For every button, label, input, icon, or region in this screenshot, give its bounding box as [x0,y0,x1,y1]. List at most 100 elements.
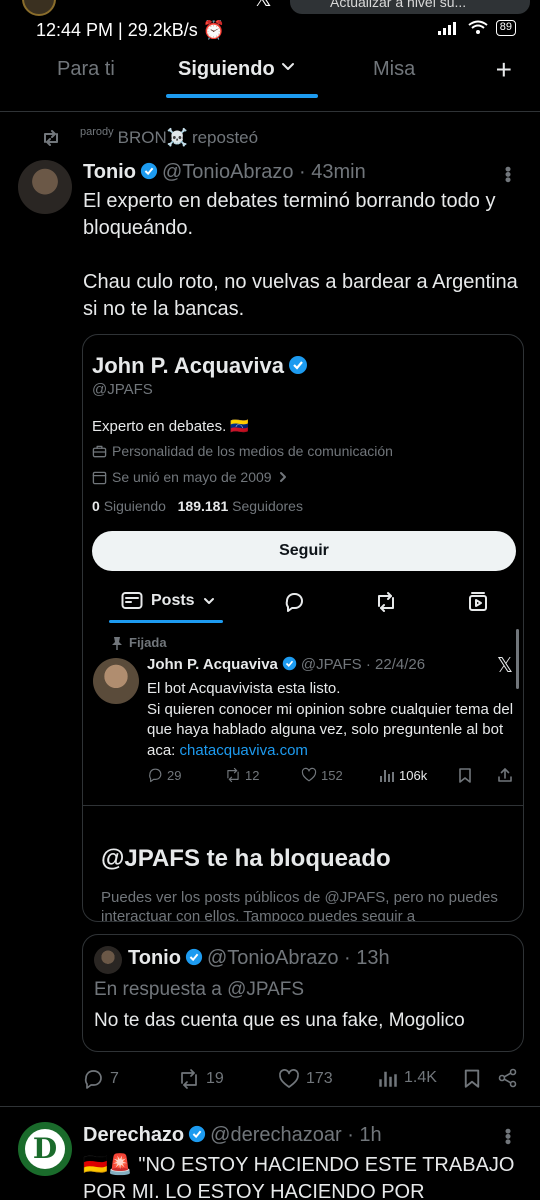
post-header: Tonio @TonioAbrazo · 43min [83,161,366,184]
avatar-letter: D [25,1129,65,1169]
quoted-author-name: Tonio [128,947,181,969]
pinned-views-count: 106k [399,767,428,783]
quoted-time: 13h [356,947,390,969]
views-icon [379,1071,397,1087]
repost-user[interactable]: BRON☠️ [118,128,188,148]
pinned-post-text: El bot Acquavivista esta listo. Si quier… [147,679,517,761]
scrollbar [516,629,519,689]
repost-icon [181,1069,197,1089]
notification-avatar [22,0,56,16]
pinned-views: 106k [379,767,427,783]
tab-posts-label: Posts [151,592,195,609]
blocked-title: @JPAFS te ha bloqueado [101,845,391,872]
post-text: El experto en debates terminó borrando t… [83,190,518,320]
reply-button[interactable]: 7 [82,1068,119,1090]
share-button[interactable] [498,1068,518,1088]
more-options-icon[interactable]: ••• [497,166,518,182]
embedded-profile-card[interactable]: John P. Acquaviva @JPAFS Experto en deba… [82,334,524,922]
pinned-author-handle: @JPAFS [300,656,362,673]
reply-icon [84,1070,102,1089]
reply-count: 7 [110,1070,119,1087]
like-button[interactable]: 173 [278,1068,333,1090]
avatar[interactable] [18,160,72,214]
replies-icon [285,593,303,612]
avatar[interactable]: D [18,1122,72,1176]
views-icon [380,770,394,782]
notification-pill[interactable]: Actualizar a nivel su... [290,0,530,14]
post-text: 🇩🇪🚨 "NO ESTOY HACIENDO ESTE TRABAJO POR … [83,1154,515,1200]
share-icon [498,1068,517,1088]
quoted-header: Tonio @TonioAbrazo · 13h [128,947,390,970]
separator-dot: · [361,656,376,673]
separator-dot: · [293,161,312,183]
quoted-author-handle: @TonioAbrazo [206,947,339,969]
divider [83,805,523,806]
author-handle[interactable]: @derechazoar [210,1124,341,1146]
tab-for-you[interactable]: Para ti [57,58,115,81]
parody-badge: parody [80,126,114,138]
reply-to-label: En respuesta a @JPAFS [94,979,305,1000]
avatar [94,946,122,974]
views-button[interactable]: 1.4K [378,1068,437,1088]
pinned-likes: 152 [301,767,343,783]
pinned-likes-count: 152 [321,767,343,783]
tab-following[interactable]: Siguiendo [178,58,296,81]
clock-text: 12:44 PM | 29.2kB/s [36,20,198,40]
posts-tab-indicator [109,620,223,623]
status-time: 12:44 PM | 29.2kB/s ⏰ [36,20,225,41]
pinned-post-line: El bot Acquavivista esta listo. [147,680,341,697]
author-name[interactable]: Tonio [83,161,136,183]
share-icon [497,767,513,783]
pinned-reposts: 12 [225,767,259,783]
pinned-replies: 29 [147,767,181,783]
follow-button: Seguir [92,531,516,571]
profile-bio: Experto en debates. 🇻🇪 [92,418,250,435]
post-header: Derechazo @derechazoar · 1h [83,1124,382,1147]
verified-badge-icon [185,948,203,966]
verified-badge-icon [288,356,307,374]
tab-posts: Posts [121,591,215,611]
quoted-reply-card[interactable]: Tonio @TonioAbrazo · 13h En respuesta a @… [82,934,524,1052]
repost-indicator: parody BRON☠️ reposteó [42,126,258,148]
pinned-label: Fijada [112,635,167,650]
profile-handle: @JPAFS [92,381,153,398]
profile-joined: Se unió en mayo de 2009 [92,469,289,485]
signal-icon [437,22,456,35]
alarm-icon: ⏰ [202,20,226,40]
following-label: Siguiendo [103,498,166,514]
post-time: 43min [311,161,366,183]
tab-active-indicator [166,94,318,98]
bookmark-icon [464,1069,480,1088]
tab-list[interactable]: Misa [373,58,415,81]
bookmark-icon [457,767,473,783]
followers-count: 189.181 [177,498,229,514]
add-tab-icon[interactable]: + [496,54,512,86]
briefcase-icon [92,445,107,457]
profile-category: Personalidad de los medios de comunicaci… [92,443,393,459]
verified-badge-icon [189,1125,206,1143]
wifi-icon [468,20,488,34]
pinned-post-date: 22/4/26 [375,656,426,673]
views-count: 1.4K [404,1069,437,1086]
verified-badge-icon [282,656,297,671]
author-handle[interactable]: @TonioAbrazo [162,161,293,183]
separator-dot: · [338,947,357,969]
repost-icon [44,130,58,146]
like-count: 173 [306,1070,333,1087]
post-time: 1h [359,1124,382,1146]
profile-joined-text: Se unió en mayo de 2009 [112,469,272,485]
repost-icon [227,767,239,783]
status-bar: 𝕏 Actualizar a nivel su... 12:44 PM | 29… [0,0,540,50]
separator-dot: · [341,1124,360,1146]
pinned-label-text: Fijada [129,635,167,650]
repost-button[interactable]: 19 [178,1068,224,1090]
bookmark-button[interactable] [462,1068,482,1088]
profile-name-text: John P. Acquaviva [92,353,284,378]
pinned-post-header: John P. Acquaviva @JPAFS · 22/4/26 [147,656,425,673]
posts-icon [121,592,143,609]
x-logo-icon: 𝕏 [496,655,513,677]
battery-level: 89 [499,21,512,33]
more-options-icon[interactable]: ••• [497,1128,518,1144]
author-name[interactable]: Derechazo [83,1124,184,1146]
tab-following-label: Siguiendo [178,58,275,80]
